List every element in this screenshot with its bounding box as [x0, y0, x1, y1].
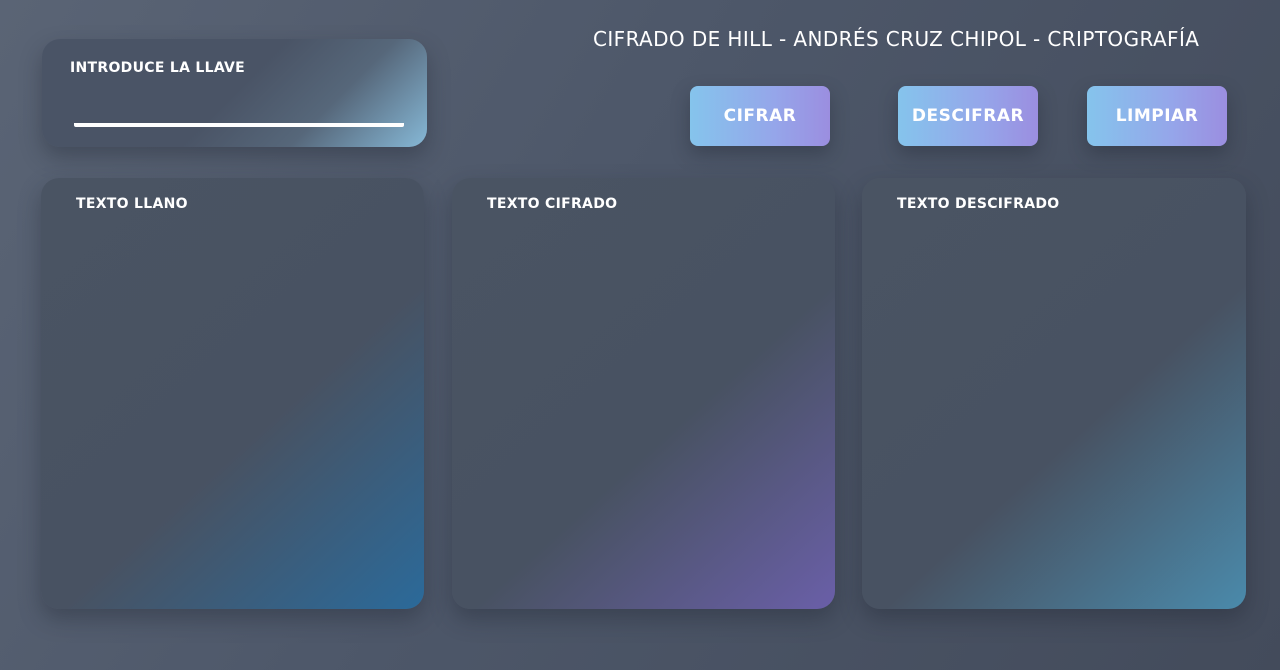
decrypted-panel: TEXTO DESCIFRADO [862, 178, 1246, 609]
ciphertext-panel: TEXTO CIFRADO [452, 178, 835, 609]
plaintext-input[interactable] [76, 226, 390, 585]
ciphertext-output[interactable] [487, 226, 801, 585]
plaintext-label: TEXTO LLANO [76, 196, 188, 212]
plaintext-panel: TEXTO LLANO [41, 178, 424, 609]
key-input[interactable] [74, 101, 404, 127]
page-title: CIFRADO DE HILL - ANDRÉS CRUZ CHIPOL - C… [593, 27, 1200, 51]
key-label: INTRODUCE LA LLAVE [70, 60, 246, 76]
decrypted-output[interactable] [897, 226, 1211, 585]
clear-button[interactable]: LIMPIAR [1087, 86, 1227, 146]
decrypted-label: TEXTO DESCIFRADO [897, 196, 1060, 212]
decrypt-button[interactable]: DESCIFRAR [898, 86, 1038, 146]
key-card: INTRODUCE LA LLAVE [42, 39, 427, 147]
ciphertext-label: TEXTO CIFRADO [487, 196, 618, 212]
encrypt-button[interactable]: CIFRAR [690, 86, 830, 146]
